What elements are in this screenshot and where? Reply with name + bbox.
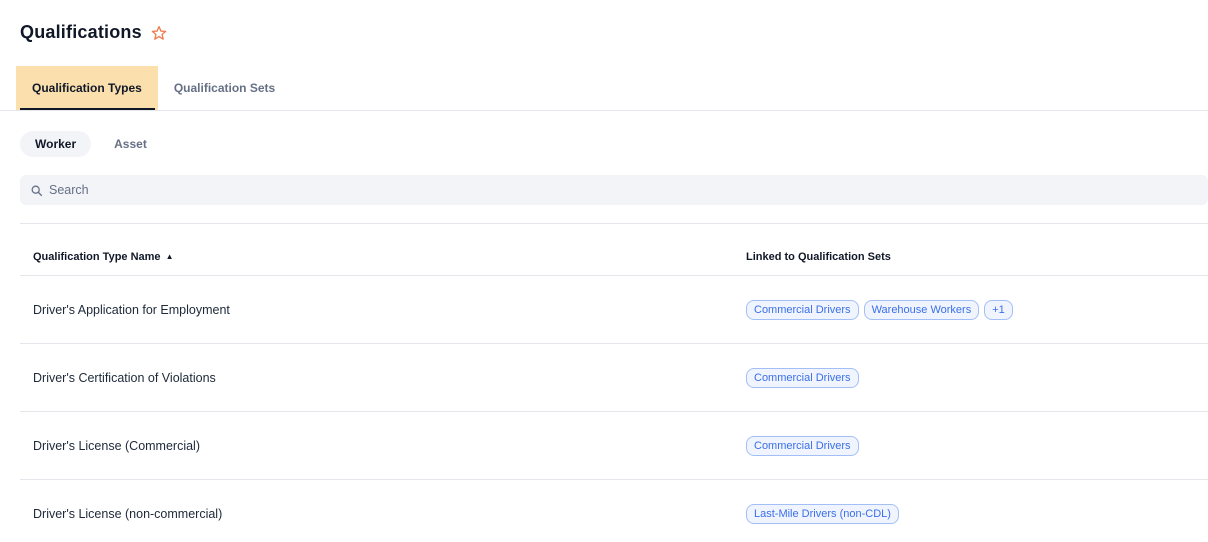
- search-icon: [30, 184, 43, 197]
- tab-qualification-sets[interactable]: Qualification Sets: [158, 66, 291, 110]
- entity-filter: Worker Asset: [20, 131, 1188, 157]
- sort-ascending-icon: ▲: [166, 253, 174, 261]
- table-row[interactable]: Driver's Application for Employment Comm…: [20, 276, 1208, 344]
- page-title: Qualifications: [20, 22, 142, 43]
- table-row[interactable]: Driver's License (non-commercial) Last-M…: [20, 480, 1208, 542]
- qualification-set-pill[interactable]: Commercial Drivers: [746, 368, 859, 388]
- table-row[interactable]: Driver's Certification of Violations Com…: [20, 344, 1208, 412]
- favorite-star-icon[interactable]: [151, 25, 167, 41]
- qualification-type-name: Driver's License (non-commercial): [33, 507, 746, 521]
- qualification-type-name: Driver's License (Commercial): [33, 439, 746, 453]
- linked-sets: Commercial DriversWarehouse Workers+1: [746, 300, 1208, 320]
- tab-bar: Qualification TypesQualification Sets: [0, 66, 1208, 111]
- qualification-type-name: Driver's Certification of Violations: [33, 371, 746, 385]
- table-header-row: Qualification Type Name ▲ Linked to Qual…: [20, 224, 1208, 276]
- column-header-label: Linked to Qualification Sets: [746, 251, 891, 263]
- linked-sets: Last-Mile Drivers (non-CDL): [746, 504, 1208, 524]
- linked-sets: Commercial Drivers: [746, 436, 1208, 456]
- entity-filter-worker[interactable]: Worker: [20, 131, 91, 157]
- column-header-label: Qualification Type Name: [33, 251, 161, 263]
- qualification-table: Qualification Type Name ▲ Linked to Qual…: [20, 224, 1208, 542]
- more-sets-pill[interactable]: +1: [984, 300, 1013, 320]
- entity-filter-asset[interactable]: Asset: [108, 131, 153, 157]
- tab-qualification-types[interactable]: Qualification Types: [16, 66, 158, 110]
- page-header: Qualifications: [20, 22, 1188, 43]
- qualification-set-pill[interactable]: Commercial Drivers: [746, 436, 859, 456]
- column-header-linked-sets[interactable]: Linked to Qualification Sets: [746, 251, 1208, 263]
- qualification-set-pill[interactable]: Commercial Drivers: [746, 300, 859, 320]
- linked-sets: Commercial Drivers: [746, 368, 1208, 388]
- qualification-set-pill[interactable]: Last-Mile Drivers (non-CDL): [746, 504, 899, 524]
- qualification-set-pill[interactable]: Warehouse Workers: [864, 300, 980, 320]
- search-bar[interactable]: [20, 175, 1208, 205]
- table-body: Driver's Application for Employment Comm…: [20, 276, 1208, 542]
- column-header-qualification-type-name[interactable]: Qualification Type Name ▲: [33, 251, 746, 263]
- search-input[interactable]: [49, 183, 1198, 197]
- qualification-type-name: Driver's Application for Employment: [33, 303, 746, 317]
- table-row[interactable]: Driver's License (Commercial) Commercial…: [20, 412, 1208, 480]
